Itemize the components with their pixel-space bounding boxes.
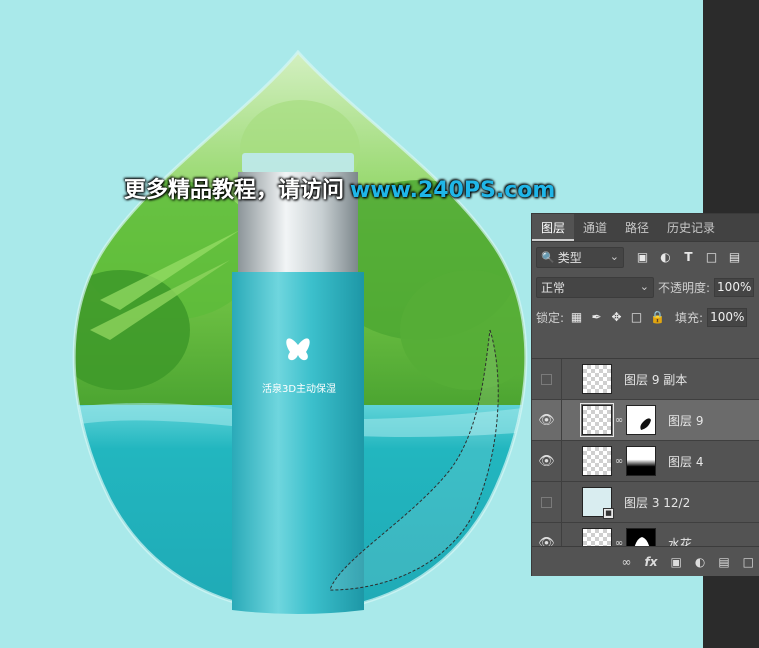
fx-icon[interactable]: fx <box>645 555 658 569</box>
layer-mask-thumbnail[interactable] <box>626 405 656 435</box>
visibility-toggle[interactable]: 👁 <box>532 522 562 547</box>
layer-row[interactable]: ■ 图层 3 12/2 <box>532 481 759 523</box>
chain-link-icon[interactable]: ∞ <box>614 456 624 467</box>
link-icon[interactable]: ∞ <box>622 555 632 569</box>
layer-mask-thumbnail[interactable] <box>626 446 656 476</box>
chain-link-icon[interactable]: ∞ <box>614 415 624 426</box>
layer-thumbnail <box>580 403 614 437</box>
lock-position-icon[interactable]: ✥ <box>610 310 623 324</box>
search-icon: 🔍 <box>541 250 555 264</box>
panel-footer: ∞ fx ▣ ◐ ▤ □ <box>532 546 759 576</box>
layer-thumbnail: ■ <box>582 487 614 519</box>
tab-history[interactable]: 历史记录 <box>658 214 724 241</box>
lock-paint-icon[interactable]: ✒ <box>590 310 603 324</box>
eye-icon: 👁 <box>538 453 555 469</box>
chevron-down-icon: ⌄ <box>609 249 619 263</box>
watermark-text: 更多精品教程，请访问 www.240PS.com <box>124 172 555 204</box>
filter-value: 类型 <box>557 250 582 265</box>
filter-row: 🔍 类型 ⌄ ▣ ◐ T □ ▤ <box>532 242 759 272</box>
layer-row[interactable]: 👁 ∞ 水花 <box>532 522 759 547</box>
lock-row: 锁定: ▦ ✒ ✥ □ 🔒 填充: 100% <box>532 302 759 332</box>
opacity-label: 不透明度: <box>658 280 711 295</box>
watermark-prefix: 更多精品教程，请访问 <box>124 178 345 203</box>
smart-object-icon: ■ <box>603 508 614 519</box>
chain-link-icon[interactable]: ∞ <box>614 538 624 547</box>
bottle-label: 活泉3D主动保湿 <box>262 384 337 395</box>
new-layer-icon[interactable]: □ <box>743 555 754 569</box>
mask-shape <box>634 537 650 546</box>
blend-mode-select[interactable]: 正常 ⌄ <box>536 276 654 298</box>
layer-thumbnail <box>582 446 612 476</box>
layer-row[interactable]: 👁 ∞ 图层 4 <box>532 440 759 482</box>
layer-mask-thumbnail[interactable] <box>626 528 656 546</box>
hidden-box-icon <box>541 373 552 385</box>
tab-layers[interactable]: 图层 <box>532 214 575 241</box>
layer-row[interactable]: 图层 9 副本 <box>532 359 759 400</box>
adjustment-filter-icon[interactable]: ◐ <box>659 250 672 264</box>
tab-channels[interactable]: 通道 <box>574 214 616 241</box>
shape-filter-icon[interactable]: □ <box>705 250 718 264</box>
opacity-input[interactable]: 100% <box>714 277 755 297</box>
lock-icons: ▦ ✒ ✥ □ 🔒 <box>570 310 665 324</box>
panel-tabs: 图层 通道 路径 历史记录 <box>532 214 759 242</box>
layer-thumbnail <box>582 528 612 546</box>
folder-icon[interactable]: ▤ <box>718 555 729 569</box>
visibility-toggle[interactable] <box>532 481 562 523</box>
layer-list: 图层 9 副本 👁 ∞ 图层 9 👁 ∞ 图层 4 ■ 图层 3 12/2 👁 … <box>532 358 759 546</box>
visibility-toggle[interactable]: 👁 <box>532 399 562 441</box>
eye-icon: 👁 <box>538 535 555 547</box>
visibility-toggle[interactable]: 👁 <box>532 440 562 482</box>
layer-name: 图层 4 <box>668 454 704 469</box>
adjustment-icon[interactable]: ◐ <box>695 555 705 569</box>
type-filter-icon[interactable]: T <box>682 250 695 264</box>
lock-label: 锁定: <box>536 310 565 325</box>
pixel-filter-icon[interactable]: ▣ <box>636 250 649 264</box>
layer-thumbnail <box>582 364 612 394</box>
layer-row-selected[interactable]: 👁 ∞ 图层 9 <box>532 399 759 441</box>
layer-name: 图层 9 <box>668 413 704 428</box>
visibility-toggle[interactable] <box>532 359 562 400</box>
blend-row: 正常 ⌄ 不透明度: 100% <box>532 272 759 302</box>
layer-name: 水花 <box>668 536 693 547</box>
layer-name: 图层 9 副本 <box>624 372 688 387</box>
lock-all-icon[interactable]: 🔒 <box>650 310 665 324</box>
lock-artboard-icon[interactable]: □ <box>630 310 643 324</box>
chevron-down-icon: ⌄ <box>639 279 649 293</box>
layer-name: 图层 3 12/2 <box>624 495 691 510</box>
hidden-box-icon <box>541 496 552 508</box>
blend-mode-value: 正常 <box>541 280 566 295</box>
layers-panel: 图层 通道 路径 历史记录 🔍 类型 ⌄ ▣ ◐ T □ ▤ 正常 ⌄ 不透明度… <box>531 213 759 576</box>
fill-input[interactable]: 100% <box>707 307 748 327</box>
lock-transparency-icon[interactable]: ▦ <box>570 310 583 324</box>
layer-filter-select[interactable]: 🔍 类型 ⌄ <box>536 246 624 268</box>
fill-label: 填充: <box>675 310 704 325</box>
eye-icon: 👁 <box>538 412 555 428</box>
mask-icon[interactable]: ▣ <box>670 555 681 569</box>
watermark-url: www.240PS.com <box>350 178 556 203</box>
tab-paths[interactable]: 路径 <box>616 214 658 241</box>
mask-shape <box>640 418 651 430</box>
filter-icons: ▣ ◐ T □ ▤ <box>636 250 741 264</box>
smart-object-filter-icon[interactable]: ▤ <box>728 250 741 264</box>
